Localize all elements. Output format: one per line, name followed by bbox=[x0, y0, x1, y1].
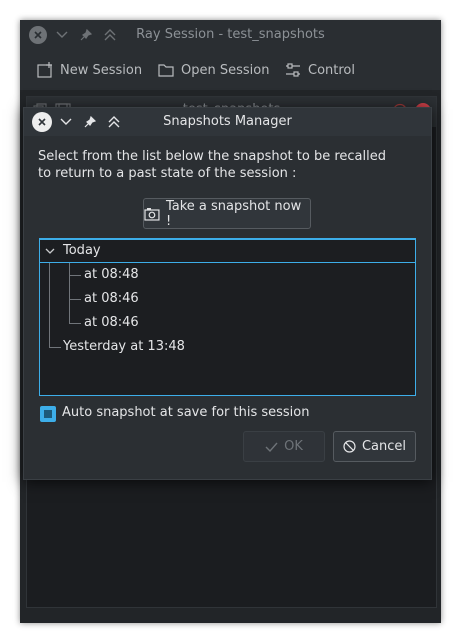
tree-item-snapshot[interactable]: at 08:46 bbox=[84, 311, 139, 335]
take-snapshot-label: Take a snapshot now ! bbox=[165, 198, 302, 229]
main-window-title: Ray Session - test_snapshots bbox=[136, 27, 325, 42]
tree-branch-line bbox=[49, 347, 61, 348]
take-snapshot-button[interactable]: Take a snapshot now ! bbox=[143, 198, 311, 229]
dialog-title: Snapshots Manager bbox=[163, 114, 292, 129]
checkmark-icon bbox=[265, 442, 278, 452]
dialog-titlebar: Snapshots Manager bbox=[24, 108, 431, 136]
main-toolbar: New Session Open Session Control bbox=[20, 50, 441, 90]
ok-label: OK bbox=[284, 439, 303, 454]
open-session-button[interactable]: Open Session bbox=[157, 59, 269, 81]
snapshots-dialog: Snapshots Manager Select from the list b… bbox=[23, 107, 432, 480]
snapshot-tree[interactable]: Today at 08:48 at 08:46 at 08:46 Yesterd… bbox=[39, 238, 416, 396]
tree-item-snapshot[interactable]: at 08:46 bbox=[84, 287, 139, 311]
tree-group-today-label: Today bbox=[63, 243, 101, 258]
camera-icon bbox=[144, 207, 160, 221]
auto-snapshot-checkbox[interactable] bbox=[40, 406, 56, 422]
control-button[interactable]: Control bbox=[284, 59, 355, 81]
intro-line-2: to return to a past state of the session… bbox=[38, 166, 297, 181]
main-titlebar: Ray Session - test_snapshots bbox=[20, 20, 441, 50]
tree-branch-line bbox=[69, 275, 81, 276]
auto-snapshot-label[interactable]: Auto snapshot at save for this session bbox=[62, 405, 309, 420]
ok-button[interactable]: OK bbox=[243, 431, 325, 462]
intro-line-1: Select from the list below the snapshot … bbox=[38, 149, 386, 164]
folder-icon bbox=[158, 64, 174, 77]
tree-item-yesterday[interactable]: Yesterday at 13:48 bbox=[63, 335, 185, 359]
open-session-label: Open Session bbox=[181, 62, 270, 78]
cancel-icon bbox=[343, 440, 356, 453]
tree-group-today[interactable]: Today bbox=[40, 239, 415, 263]
cancel-button[interactable]: Cancel bbox=[333, 431, 416, 462]
cancel-label: Cancel bbox=[361, 439, 407, 454]
tree-branch-line bbox=[69, 263, 70, 323]
new-session-icon bbox=[37, 62, 52, 78]
control-label: Control bbox=[308, 62, 355, 78]
chevron-down-icon bbox=[45, 248, 55, 254]
tree-item-snapshot[interactable]: at 08:48 bbox=[84, 263, 139, 287]
sliders-icon bbox=[286, 63, 300, 77]
dialog-intro: Select from the list below the snapshot … bbox=[38, 148, 418, 182]
checkbox-indicator bbox=[44, 410, 52, 418]
new-session-button[interactable]: New Session bbox=[36, 59, 142, 81]
new-session-label: New Session bbox=[60, 62, 143, 78]
tree-branch-line bbox=[69, 299, 81, 300]
tree-branch-line bbox=[69, 323, 81, 324]
tree-branch-line bbox=[49, 263, 50, 347]
